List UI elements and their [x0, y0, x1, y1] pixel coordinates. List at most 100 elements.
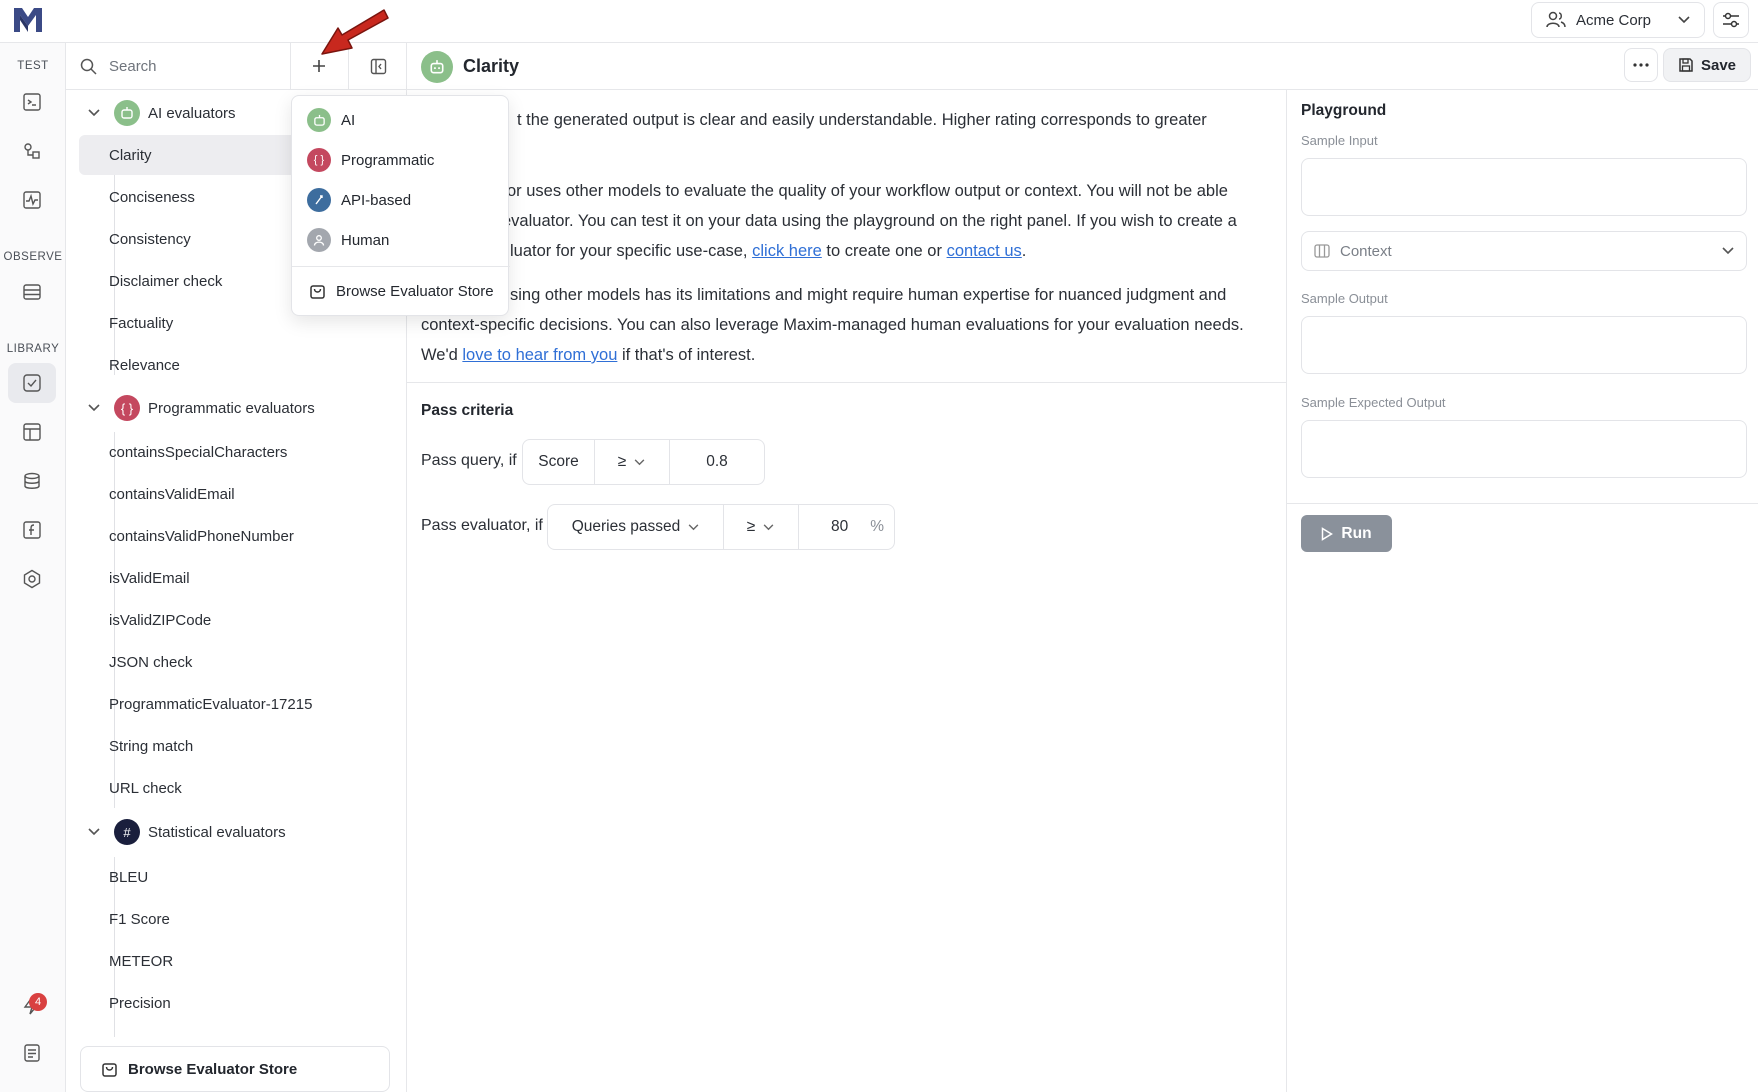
group-label: AI evaluators	[148, 104, 236, 122]
menu-item-ai[interactable]: AI	[292, 102, 510, 138]
context-select[interactable]: Context	[1301, 231, 1747, 271]
top-bar: Acme Corp	[0, 0, 1758, 43]
group-programmatic-evaluators[interactable]: { } Programmatic evaluators	[66, 390, 407, 426]
person-icon	[307, 228, 331, 252]
group-statistical-evaluators[interactable]: # Statistical evaluators	[66, 814, 407, 850]
description-text: t the generated output is clear and easi…	[517, 111, 1207, 129]
pass-evaluator-label: Pass evaluator, if	[421, 517, 543, 534]
hash-icon: #	[114, 819, 140, 845]
group-label: Statistical evaluators	[148, 823, 286, 841]
more-options-button[interactable]	[1624, 48, 1658, 82]
menu-item-label: Programmatic	[341, 151, 435, 169]
rail-workflow-icon[interactable]	[8, 131, 56, 171]
group-label: Programmatic evaluators	[148, 399, 315, 417]
menu-item-human[interactable]: Human	[292, 222, 510, 258]
list-item[interactable]: JSON check	[79, 642, 409, 682]
sample-expected-output-field[interactable]	[1301, 420, 1747, 478]
list-item[interactable]: URL check	[79, 768, 409, 808]
pass-query-metric[interactable]: Score	[522, 439, 595, 485]
menu-item-browse-store[interactable]: Browse Evaluator Store	[292, 273, 510, 309]
metric-value: Queries passed	[571, 518, 681, 535]
menu-item-programmatic[interactable]: { } Programmatic	[292, 142, 510, 178]
rail-datasets-icon[interactable]	[8, 412, 56, 452]
rail-integrations-icon[interactable]	[8, 559, 56, 599]
play-icon	[1322, 526, 1334, 541]
list-item[interactable]: Precision	[79, 983, 409, 1023]
rail-prompt-icon[interactable]	[8, 82, 56, 122]
pass-query-value-input[interactable]: 0.8	[670, 439, 765, 485]
list-item[interactable]: F1 Score	[79, 899, 409, 939]
users-icon	[1546, 11, 1566, 28]
menu-divider	[292, 266, 510, 267]
playground-panel: Playground Sample Input Context Sample O…	[1287, 90, 1758, 1092]
rail-docs-icon[interactable]	[8, 1033, 56, 1073]
sample-output-field[interactable]	[1301, 316, 1747, 374]
browse-label: Browse Evaluator Store	[128, 1060, 298, 1078]
chevron-down-icon	[1722, 247, 1734, 255]
list-item[interactable]: containsSpecialCharacters	[79, 432, 409, 472]
evaluator-content: t the generated output is clear and easi…	[407, 90, 1287, 1092]
list-item[interactable]: ProgrammaticEvaluator-17215	[79, 684, 409, 724]
chevron-down-icon	[1678, 16, 1690, 24]
rail-database-icon[interactable]	[8, 461, 56, 501]
chevron-down-icon	[763, 523, 774, 530]
chevron-down-icon	[688, 523, 699, 530]
run-button[interactable]: Run	[1301, 515, 1392, 552]
sample-expected-output-label: Sample Expected Output	[1301, 395, 1446, 410]
list-item[interactable]: isValidZIPCode	[79, 600, 409, 640]
list-item[interactable]: containsValidEmail	[79, 474, 409, 514]
contact-us-link[interactable]: contact us	[947, 242, 1022, 260]
plus-icon	[313, 60, 325, 72]
menu-item-api-based[interactable]: API-based	[292, 182, 510, 218]
description-text: luator for your specific use-case, click…	[510, 236, 1280, 266]
search-input[interactable]	[109, 57, 269, 75]
editor-header: Clarity Save	[407, 43, 1758, 90]
page-title: Clarity	[463, 56, 520, 76]
save-label: Save	[1700, 56, 1737, 74]
list-item[interactable]: METEOR	[79, 941, 409, 981]
threshold-value: 0.8	[706, 453, 728, 470]
rail-logs-icon[interactable]	[8, 272, 56, 312]
operator-value: ≥	[617, 453, 627, 470]
description-text: .	[1021, 242, 1027, 260]
save-button[interactable]: Save	[1663, 48, 1751, 82]
sample-output-label: Sample Output	[1301, 291, 1388, 306]
sample-input-label: Sample Input	[1301, 133, 1378, 148]
browse-evaluator-store-button[interactable]: Browse Evaluator Store	[80, 1046, 390, 1092]
list-item[interactable]: BLEU	[79, 857, 409, 897]
pass-evaluator-operator-select[interactable]: ≥	[723, 504, 799, 550]
menu-item-label: Human	[341, 231, 390, 249]
description-text: sing other models has its limitations an…	[510, 286, 1227, 304]
org-switcher[interactable]: Acme Corp	[1531, 2, 1705, 38]
click-here-link[interactable]: click here	[752, 242, 822, 260]
rail-evaluators-icon[interactable]	[8, 363, 56, 403]
description-text: evaluator. You can test it on your data …	[502, 212, 1237, 230]
list-item[interactable]: isValidEmail	[79, 558, 409, 598]
maxim-logo[interactable]	[12, 6, 44, 34]
code-braces-icon: { }	[114, 395, 140, 421]
love-to-hear-from-you-link[interactable]: love to hear from you	[462, 346, 617, 364]
percent-unit: %	[870, 518, 884, 535]
list-item[interactable]: containsValidPhoneNumber	[79, 516, 409, 556]
list-item[interactable]: String match	[79, 726, 409, 766]
operator-value: ≥	[746, 518, 756, 535]
pass-query-label: Pass query, if	[421, 452, 517, 469]
list-item[interactable]: Relevance	[79, 345, 409, 385]
chevron-down-icon[interactable]	[74, 404, 114, 412]
chevron-down-icon	[634, 458, 645, 465]
rail-functions-icon[interactable]	[8, 510, 56, 550]
pass-criteria-title: Pass criteria	[421, 402, 514, 419]
ellipsis-icon	[1633, 63, 1649, 67]
settings-button[interactable]	[1713, 2, 1749, 38]
sliders-icon	[1723, 12, 1739, 28]
pass-evaluator-value-input[interactable]: 80 %	[799, 504, 895, 550]
store-bag-icon	[102, 1062, 117, 1077]
chevron-down-icon[interactable]	[74, 109, 114, 117]
search-bar[interactable]	[66, 43, 290, 89]
threshold-value: 80	[830, 518, 849, 535]
chevron-down-icon[interactable]	[74, 828, 114, 836]
pass-query-operator-select[interactable]: ≥	[594, 439, 670, 485]
sample-input-field[interactable]	[1301, 158, 1747, 216]
pass-evaluator-metric-select[interactable]: Queries passed	[547, 504, 724, 550]
rail-analytics-icon[interactable]	[8, 180, 56, 220]
